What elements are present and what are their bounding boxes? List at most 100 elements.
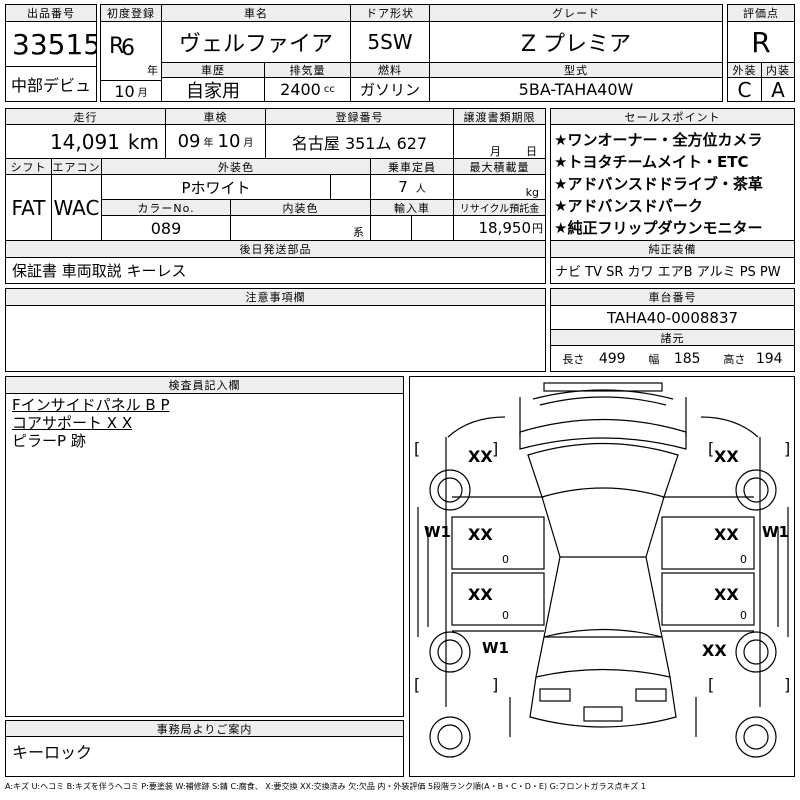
history-label: 車歴 [161, 62, 265, 78]
sales-point-item: ★純正フリップダウンモニター [554, 219, 763, 237]
history: 自家用 [161, 77, 265, 102]
door-type: 5SW [350, 21, 430, 63]
import-extra [411, 215, 454, 241]
recycle-label: リサイクル預託金 [453, 199, 546, 216]
score: R [727, 21, 795, 63]
grade-label: グレード [429, 4, 723, 22]
bracket-left-close-2: ] [492, 675, 499, 694]
car-diagram: [ ] [ ] [ ] [ ] XX XX W1 W1 XX XX XX XX … [409, 376, 795, 777]
lot-no: 33515 [5, 21, 97, 67]
damage-mark: XX [714, 447, 739, 466]
sales-point-item: ★トヨタチームメイト・ETC [554, 153, 749, 171]
recycle: 18,950 [478, 219, 532, 237]
height-label: 高さ [723, 352, 746, 366]
first-reg-year: 6 [121, 36, 135, 61]
mileage-unit: km [127, 129, 159, 154]
width-label: 幅 [648, 352, 660, 366]
zero-mark: 0 [502, 609, 509, 622]
int-color-cell: 系 [230, 215, 371, 241]
sales-point-item: ★アドバンスドドライブ・茶革 [554, 175, 763, 193]
fuel: ガソリン [350, 77, 430, 102]
ext-color: Pホワイト [101, 174, 331, 200]
fuel-label: 燃料 [350, 62, 430, 78]
mileage-cell: 14,091 km [5, 124, 166, 159]
displacement-label: 排気量 [264, 62, 351, 78]
door-label: ドア形状 [350, 4, 430, 22]
shift: FAT [5, 174, 52, 241]
color-no: 089 [101, 215, 231, 241]
length: 499 [598, 350, 626, 367]
inspection-month-unit: 月 [243, 138, 254, 149]
exterior-grade: C [727, 77, 762, 102]
damage-mark: W1 [762, 523, 789, 541]
later-parts-label: 後日発送部品 [5, 240, 546, 258]
transfer-cell: 月 日 [453, 124, 546, 159]
grade: Z プレミア [429, 21, 723, 63]
model-label: 型式 [429, 62, 723, 78]
damage-mark: XX [714, 585, 739, 604]
capacity: 7 [398, 178, 408, 196]
first-reg-year-cell: R 6 年 [100, 21, 162, 81]
damage-mark: XX [468, 585, 493, 604]
equipment: ナビ TV SR カワ エアB アルミ PS PW [550, 257, 795, 284]
capacity-cell: 7人 [370, 174, 454, 200]
dimensions-label: 諸元 [550, 329, 795, 346]
displacement-unit: cc [323, 84, 335, 95]
first-reg-month-cell: 10 月 [100, 80, 162, 102]
office-note: キーロック [5, 736, 404, 777]
equipment-label: 純正装備 [550, 240, 795, 258]
plate-label: 登録番号 [265, 108, 454, 125]
load-cell: kg [453, 174, 546, 200]
score-label: 評価点 [727, 4, 795, 22]
notes-label: 注意事項欄 [5, 288, 546, 306]
car-name-label: 車名 [161, 4, 351, 22]
bracket-left-open-2: [ [414, 675, 421, 694]
inspector-box: Fインサイドパネル B P コアサポート X X ピラーP 跡 [5, 393, 404, 717]
dimensions-row: 長さ 499 幅 185 高さ 194 [550, 345, 795, 372]
chassis-no: TAHA40-0008837 [550, 305, 795, 330]
transfer-label: 譲渡書類期限 [453, 108, 546, 125]
inspector-note: Fインサイドパネル B P [12, 396, 170, 414]
load-label: 最大積載量 [453, 158, 546, 175]
mileage-label: 走行 [5, 108, 166, 125]
interior-label: 内装 [761, 62, 795, 78]
first-reg-label: 初度登録 [100, 4, 162, 22]
ac: WAC [51, 174, 102, 241]
legend: A:キズ U:ヘコミ B:キズを伴うヘコミ P:要塗装 W:補修跡 S:錆 C:… [5, 782, 646, 791]
notes-box [5, 305, 546, 372]
load-unit: kg [525, 186, 539, 199]
zero-mark: 0 [502, 553, 509, 566]
mileage: 14,091 [49, 129, 120, 154]
color-no-label: カラーNo. [101, 199, 231, 216]
import-label: 輸入車 [370, 199, 454, 216]
sales-point-item: ★アドバンスドパーク [554, 197, 703, 215]
exterior-label: 外装 [727, 62, 762, 78]
int-color-unit: 系 [353, 226, 364, 239]
sales-point-item: ★ワンオーナー・全方位カメラ [554, 131, 763, 149]
month-unit: 月 [137, 87, 148, 99]
car-outline [417, 382, 789, 758]
damage-mark: XX [468, 525, 493, 544]
damage-mark: XX [714, 525, 739, 544]
displacement: 2400 [280, 80, 321, 99]
recycle-unit: 円 [532, 222, 543, 235]
inspection-year: 09 [177, 131, 201, 152]
year-unit: 年 [147, 64, 158, 77]
bracket-left-open: [ [414, 439, 421, 458]
zero-mark: 0 [740, 553, 747, 566]
capacity-unit: 人 [415, 183, 426, 195]
inspector-note: ピラーP 跡 [12, 432, 86, 450]
interior-grade: A [761, 77, 795, 102]
ext-color-label: 外装色 [101, 158, 371, 175]
lot-no-label: 出品番号 [5, 4, 97, 22]
later-parts: 保証書 車両取説 キーレス [5, 257, 546, 284]
ext-color-extra [330, 174, 371, 200]
zero-mark: 0 [740, 609, 747, 622]
inspection-cell: 09 年 10 月 [165, 124, 266, 159]
capacity-label: 乗車定員 [370, 158, 454, 175]
first-reg-month: 10 [114, 81, 135, 101]
int-color-label: 内装色 [230, 199, 371, 216]
width: 185 [673, 350, 701, 367]
bracket-right-open-2: [ [708, 675, 715, 694]
ac-label: エアコン [51, 158, 102, 175]
